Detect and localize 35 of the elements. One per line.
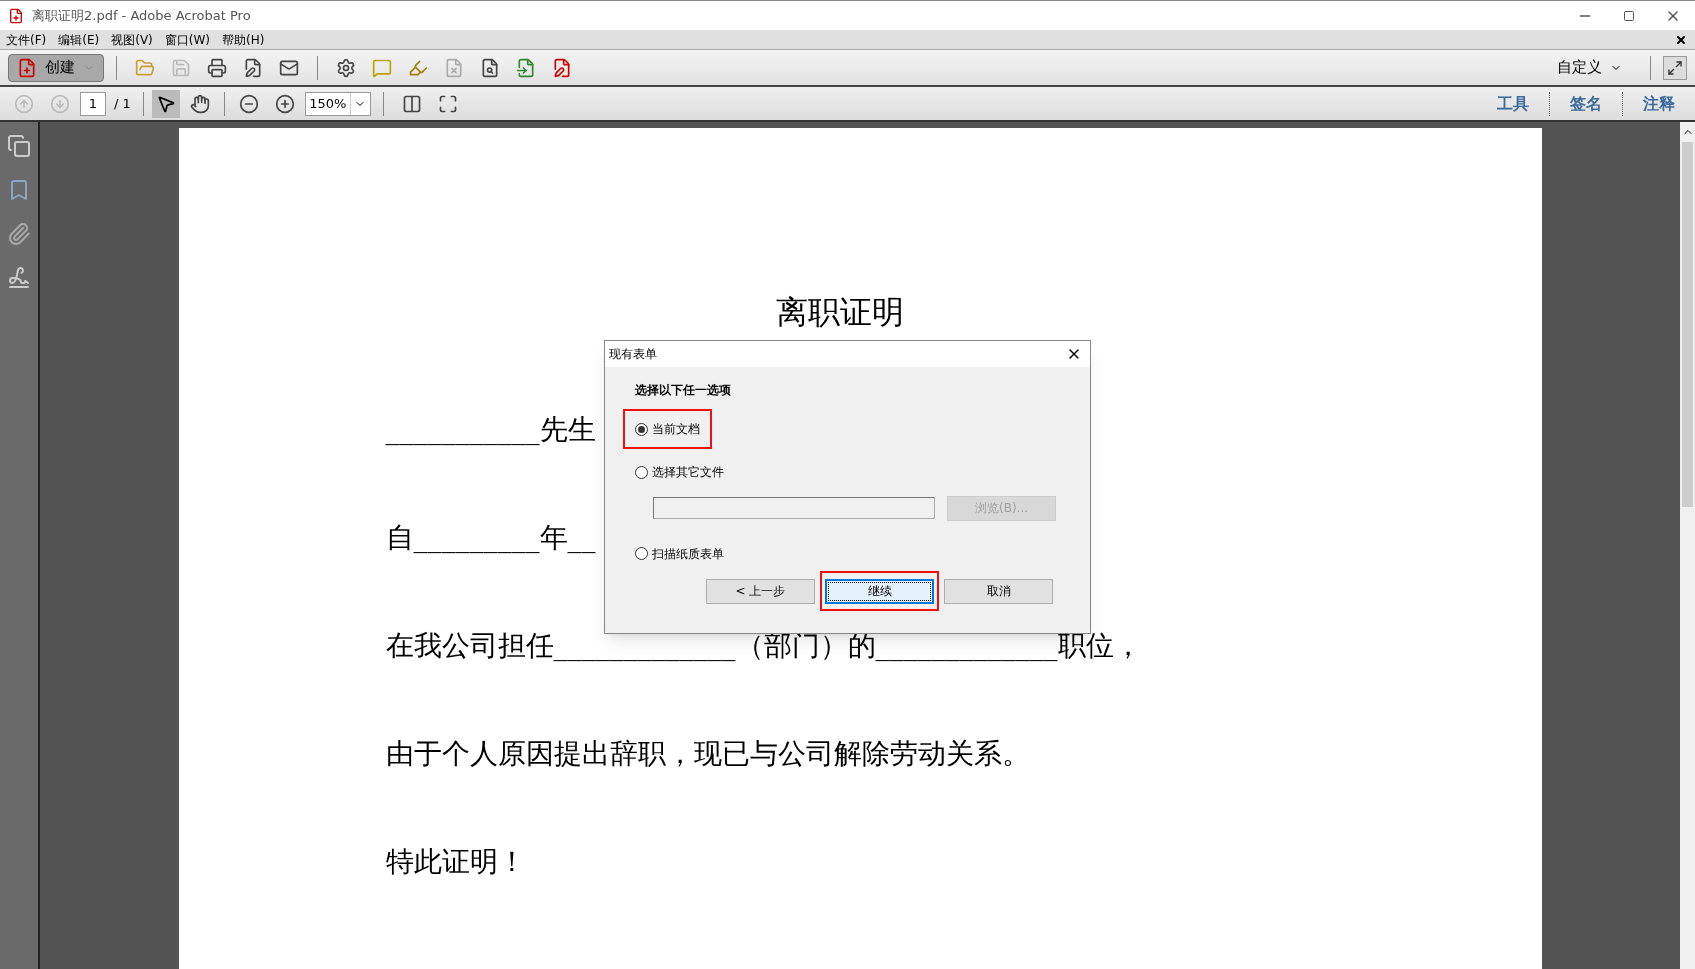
menu-item[interactable]: 视图(V)	[105, 30, 159, 49]
pane-tab[interactable]: 注释	[1631, 91, 1687, 116]
pdf-file-icon	[17, 57, 37, 78]
dialog-button[interactable]: < 上一步	[706, 578, 815, 604]
expand-icon[interactable]	[1663, 55, 1687, 80]
pages-icon[interactable]	[7, 134, 31, 158]
create-button[interactable]: 创建	[8, 53, 104, 82]
pdf-file-icon	[8, 7, 24, 24]
radio-option[interactable]: 扫描纸质表单	[635, 544, 724, 563]
dialog-button[interactable]: 取消	[944, 578, 1053, 604]
customize-dropdown[interactable]: 自定义	[1557, 56, 1622, 79]
document-line: ___________先生	[385, 412, 596, 448]
window-title: 离职证明2.pdf - Adobe Acrobat Pro	[32, 6, 251, 25]
select-tool-icon[interactable]	[151, 89, 180, 118]
dialog-heading: 选择以下任一选项	[635, 382, 732, 399]
document-title: 离职证明	[775, 296, 904, 328]
radio-option[interactable]: 选择其它文件	[635, 463, 724, 481]
document-line: 自_________年__	[385, 520, 596, 556]
document-line: 由于个人原因提出辞职，现已与公司解除劳动关系。	[385, 736, 1030, 772]
page-count: / 1	[113, 94, 132, 113]
file-path-field[interactable]	[653, 497, 935, 519]
dialog-button[interactable]: 继续	[825, 578, 934, 604]
menu-item[interactable]: 帮助(H)	[216, 30, 271, 49]
pane-tab[interactable]: 签名	[1558, 91, 1614, 116]
document-line: 特此证明！	[385, 844, 526, 880]
dialog-title: 现有表单	[609, 346, 657, 363]
menu-item[interactable]: 编辑(E)	[52, 30, 106, 49]
pane-tab[interactable]: 工具	[1485, 91, 1541, 116]
close-icon[interactable]	[1675, 33, 1687, 46]
menu-item[interactable]: 窗口(W)	[158, 30, 217, 49]
menu-item[interactable]: 文件(F)	[0, 30, 53, 49]
maximize-icon[interactable]	[1623, 9, 1635, 22]
signature-icon[interactable]	[7, 266, 31, 290]
scrollbar-thumb[interactable]	[1682, 142, 1693, 507]
page-number-field[interactable]: 1	[80, 91, 106, 116]
